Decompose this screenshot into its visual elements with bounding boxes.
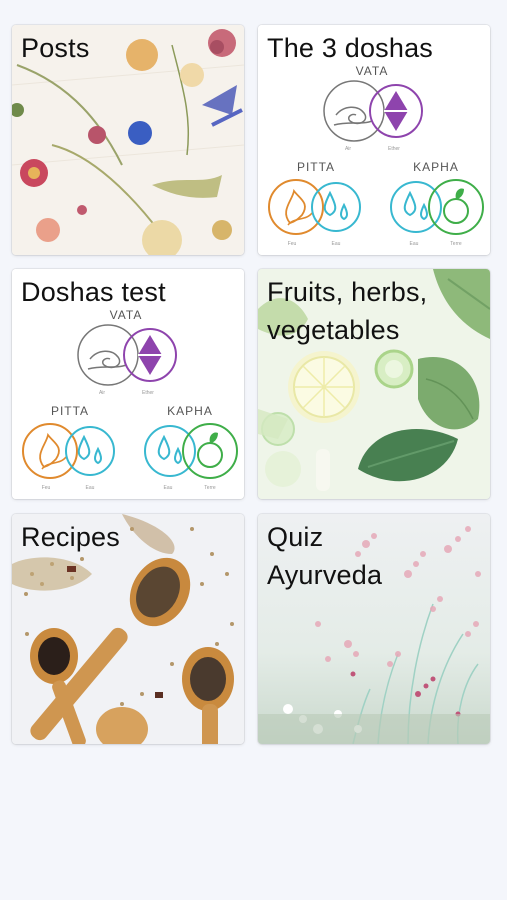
tile-title: The 3 doshas (267, 33, 434, 63)
svg-text:Eau: Eau (410, 241, 419, 247)
pitta-label: PITTA (51, 404, 89, 418)
tile-three-doshas[interactable]: VATA Air Ether PITTA Feu Eau KAPHA Eau T… (258, 25, 490, 255)
tile-title: Fruits, herbs, vegetables (267, 277, 428, 345)
tile-title: Recipes (21, 522, 120, 552)
kapha-label: KAPHA (167, 404, 213, 418)
svg-text:Eau: Eau (164, 485, 173, 491)
svg-text:Ether: Ether (388, 146, 400, 152)
svg-text:Terre: Terre (450, 241, 462, 247)
svg-text:Terre: Terre (204, 485, 216, 491)
svg-text:Eau: Eau (86, 485, 95, 491)
svg-text:Ether: Ether (142, 390, 154, 396)
svg-text:Air: Air (99, 390, 105, 396)
tile-recipes[interactable]: Recipes (12, 514, 244, 744)
tile-quiz-ayurveda[interactable]: Quiz Ayurveda (258, 514, 490, 744)
svg-text:Feu: Feu (42, 485, 51, 491)
tile-posts[interactable]: Posts (12, 25, 244, 255)
tile-title: Doshas test (21, 277, 166, 307)
category-grid: Posts VATA Air Ether PITTA Feu Eau KAPHA (0, 0, 507, 900)
tile-doshas-test[interactable]: VATA Air Ether PITTA Feu Eau KAPHA Eau T… (12, 269, 244, 499)
svg-text:Eau: Eau (332, 241, 341, 247)
tile-fruits-herbs-vegetables[interactable]: Fruits, herbs, vegetables (258, 269, 490, 499)
pitta-label: PITTA (297, 160, 335, 174)
svg-text:Feu: Feu (288, 241, 297, 247)
tile-title: Quiz Ayurveda (267, 522, 383, 590)
tile-title: Posts (21, 33, 90, 63)
svg-text:Air: Air (345, 146, 351, 152)
kapha-label: KAPHA (413, 160, 459, 174)
